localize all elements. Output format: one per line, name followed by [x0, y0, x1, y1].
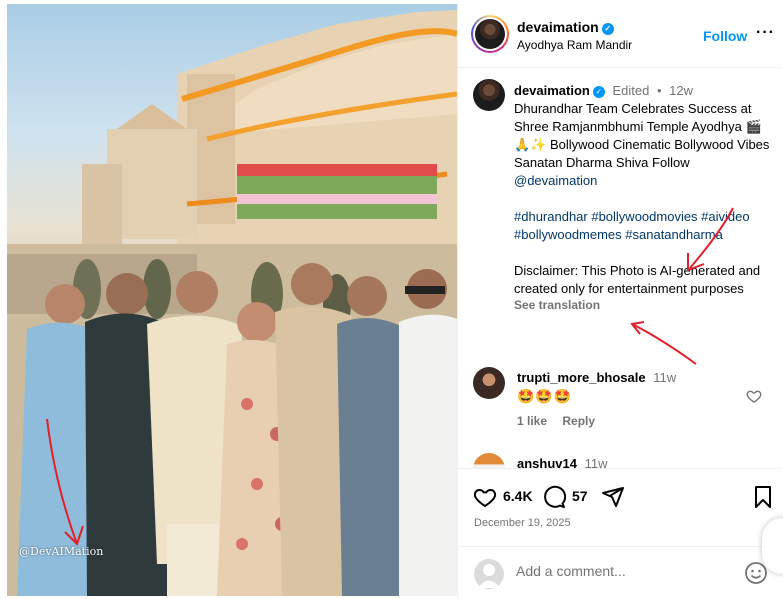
- post-actions-bar: 6.4K 57 December 19, 2025: [458, 468, 783, 546]
- side-floating-widget[interactable]: [762, 518, 783, 574]
- add-comment-bar: [458, 546, 783, 599]
- comment-reply-button[interactable]: Reply: [562, 414, 595, 428]
- photo-scene: [7, 10, 457, 596]
- comment-icon[interactable]: [542, 485, 566, 509]
- comment-username[interactable]: anshuv14: [517, 456, 577, 468]
- comment-time: 11w: [584, 456, 608, 468]
- post-details-panel: devaimation ✓ Ayodhya Ram Mandir Follow ·…: [457, 4, 783, 599]
- follow-button[interactable]: Follow: [703, 28, 747, 44]
- comment-likes[interactable]: 1 like: [517, 414, 547, 428]
- comment-time: 11w: [653, 370, 677, 385]
- comment-username[interactable]: trupti_more_bhosale: [517, 370, 646, 385]
- verified-badge-icon: ✓: [601, 23, 614, 35]
- comments-count[interactable]: 57: [572, 488, 588, 504]
- post-photo[interactable]: @DevAIMation: [7, 4, 457, 596]
- comment-text: 🤩🤩🤩: [517, 388, 573, 404]
- caption-separator: •: [656, 83, 662, 98]
- author-username[interactable]: devaimation ✓: [517, 19, 614, 35]
- caption-time[interactable]: 12w: [669, 83, 693, 98]
- author-avatar[interactable]: [471, 15, 509, 53]
- post-header: devaimation ✓ Ayodhya Ram Mandir Follow ·…: [458, 4, 783, 68]
- add-comment-input[interactable]: [516, 563, 736, 579]
- caption-mention[interactable]: @devaimation: [514, 173, 597, 188]
- caption-hashtags[interactable]: #dhurandhar #bollywoodmovies #aivideo #b…: [514, 208, 772, 244]
- comment-item: anshuv14 11w: [517, 456, 608, 468]
- caption-author-avatar[interactable]: [473, 79, 505, 111]
- post-caption: devaimation ✓ Edited • 12w Dhurandhar Tea…: [514, 82, 772, 312]
- verified-badge-icon: ✓: [592, 86, 605, 98]
- comments-section[interactable]: devaimation ✓ Edited • 12w Dhurandhar Tea…: [458, 68, 783, 468]
- more-options-icon[interactable]: ···: [756, 24, 775, 42]
- see-translation-link[interactable]: See translation: [514, 298, 772, 312]
- caption-edited-label: Edited: [612, 83, 650, 98]
- bookmark-icon[interactable]: [753, 485, 773, 509]
- caption-username[interactable]: devaimation: [514, 83, 590, 98]
- caption-disclaimer: Disclaimer: This Photo is AI-generated a…: [514, 263, 761, 296]
- post-date[interactable]: December 19, 2025: [474, 517, 571, 529]
- likes-count[interactable]: 6.4K: [503, 488, 533, 504]
- photo-watermark: @DevAIMation: [19, 545, 104, 558]
- caption-text: Dhurandhar Team Celebrates Success at Sh…: [514, 101, 770, 170]
- comment-like-heart-icon[interactable]: [746, 388, 762, 404]
- post-location[interactable]: Ayodhya Ram Mandir: [517, 38, 632, 52]
- heart-icon[interactable]: [473, 485, 497, 509]
- commenter-avatar[interactable]: [473, 453, 505, 468]
- user-placeholder-icon: [474, 559, 504, 589]
- commenter-avatar[interactable]: [473, 367, 505, 399]
- comment-item: trupti_more_bhosale 11w 🤩🤩🤩 1 like Reply: [517, 370, 747, 428]
- share-icon[interactable]: [601, 485, 625, 509]
